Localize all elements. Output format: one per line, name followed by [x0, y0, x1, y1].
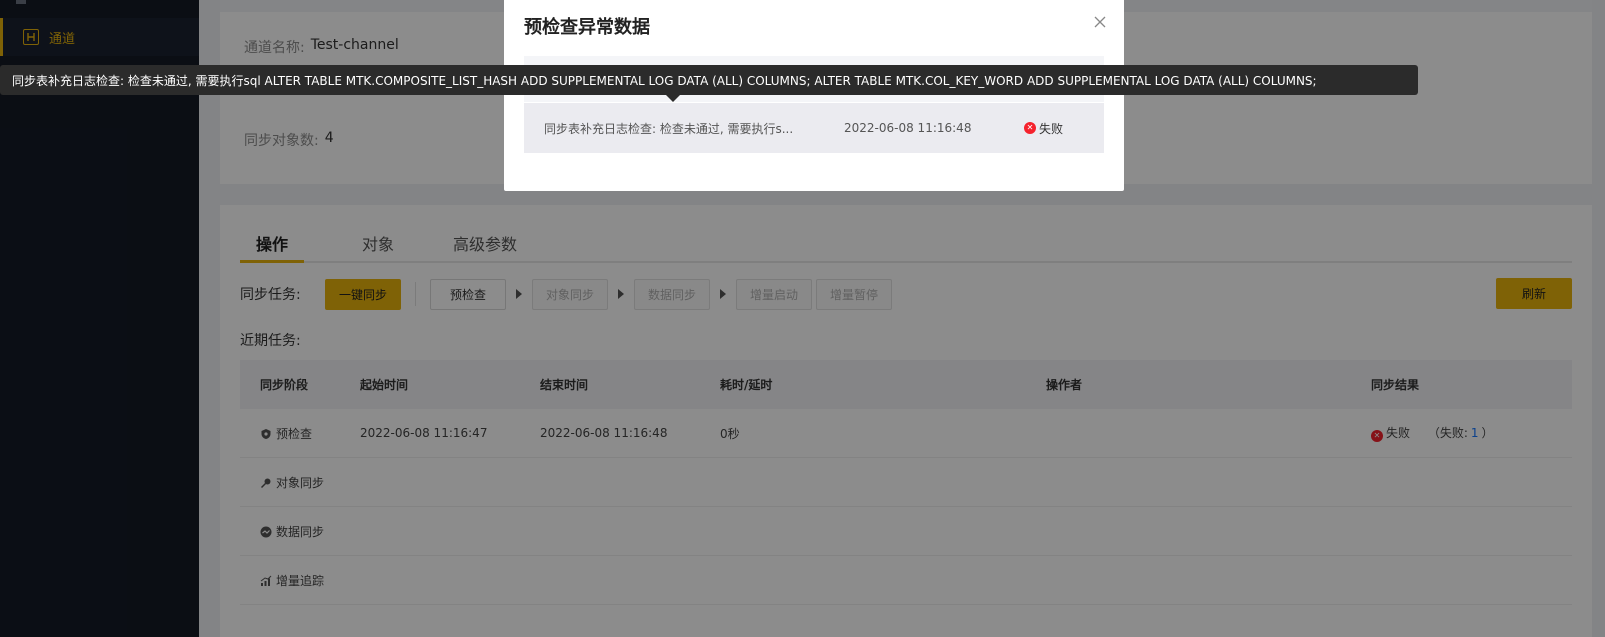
error-status-label: 失败	[1039, 121, 1064, 136]
error-time-cell: 2022-06-08 11:16:48	[844, 121, 972, 135]
tooltip-arrow	[666, 95, 680, 102]
error-status-cell: ✕ 失败	[1024, 120, 1063, 137]
table-row: 同步表补充日志检查: 检查未通过, 需要执行s... 2022-06-08 11…	[524, 103, 1104, 153]
close-icon[interactable]	[1092, 14, 1108, 30]
error-detail-tooltip: 同步表补充日志检查: 检查未通过, 需要执行sql ALTER TABLE MT…	[0, 65, 1418, 95]
fail-icon: ✕	[1024, 122, 1036, 134]
error-message-cell[interactable]: 同步表补充日志检查: 检查未通过, 需要执行s...	[544, 120, 793, 137]
precheck-error-modal: 预检查异常数据 同步表补充日志检查: 检查未通过, 需要执行s... 2022-…	[504, 0, 1124, 191]
modal-title: 预检查异常数据	[524, 17, 650, 38]
